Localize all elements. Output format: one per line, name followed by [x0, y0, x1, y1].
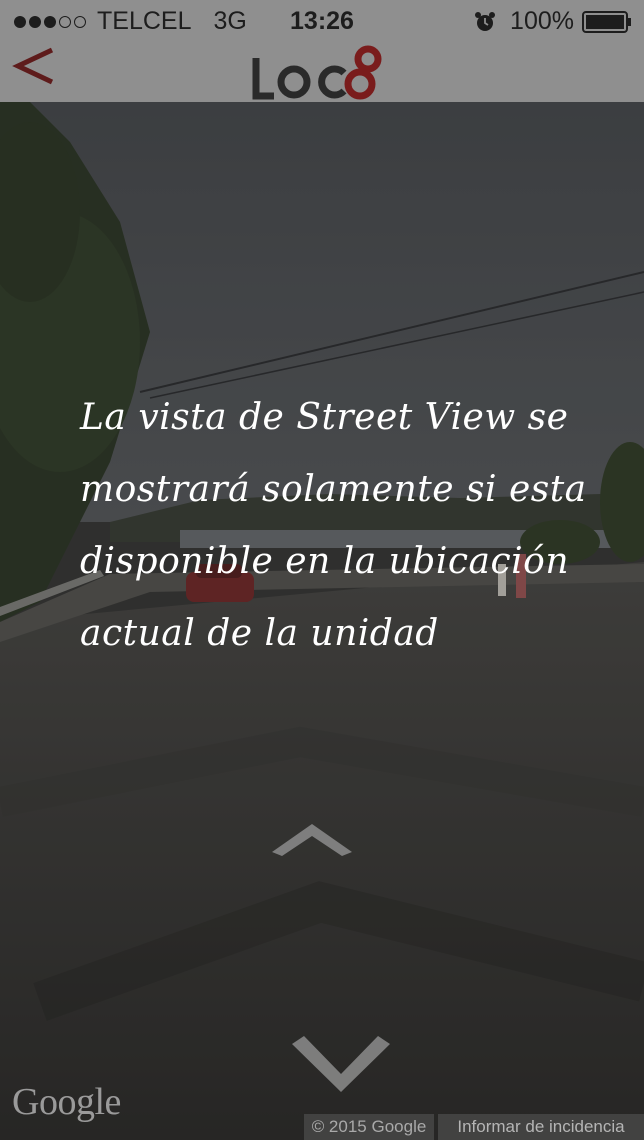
google-logo: Google: [12, 1081, 121, 1123]
nav-bar: [0, 44, 644, 103]
loc8-logo: [252, 45, 382, 100]
battery-percent: 100%: [510, 7, 574, 35]
move-forward-arrow-icon[interactable]: [270, 820, 354, 860]
screen: TELCEL 3G 13:26 100% La vista de Street …: [0, 0, 644, 1140]
move-backward-arrow-icon[interactable]: [290, 1034, 392, 1096]
street-view-message: La vista de Street View se mostrará sola…: [80, 397, 587, 654]
report-issue-link[interactable]: Informar de incidencia: [438, 1114, 644, 1140]
status-bar: TELCEL 3G 13:26 100%: [0, 0, 644, 44]
street-view-panorama[interactable]: La vista de Street View se mostrará sola…: [0, 102, 644, 1140]
status-right: 100%: [474, 7, 632, 36]
copyright-text: © 2015 Google: [304, 1114, 434, 1140]
chevron-left-icon[interactable]: [8, 44, 60, 92]
alarm-clock-icon: [475, 11, 496, 31]
battery-icon: [582, 10, 631, 33]
